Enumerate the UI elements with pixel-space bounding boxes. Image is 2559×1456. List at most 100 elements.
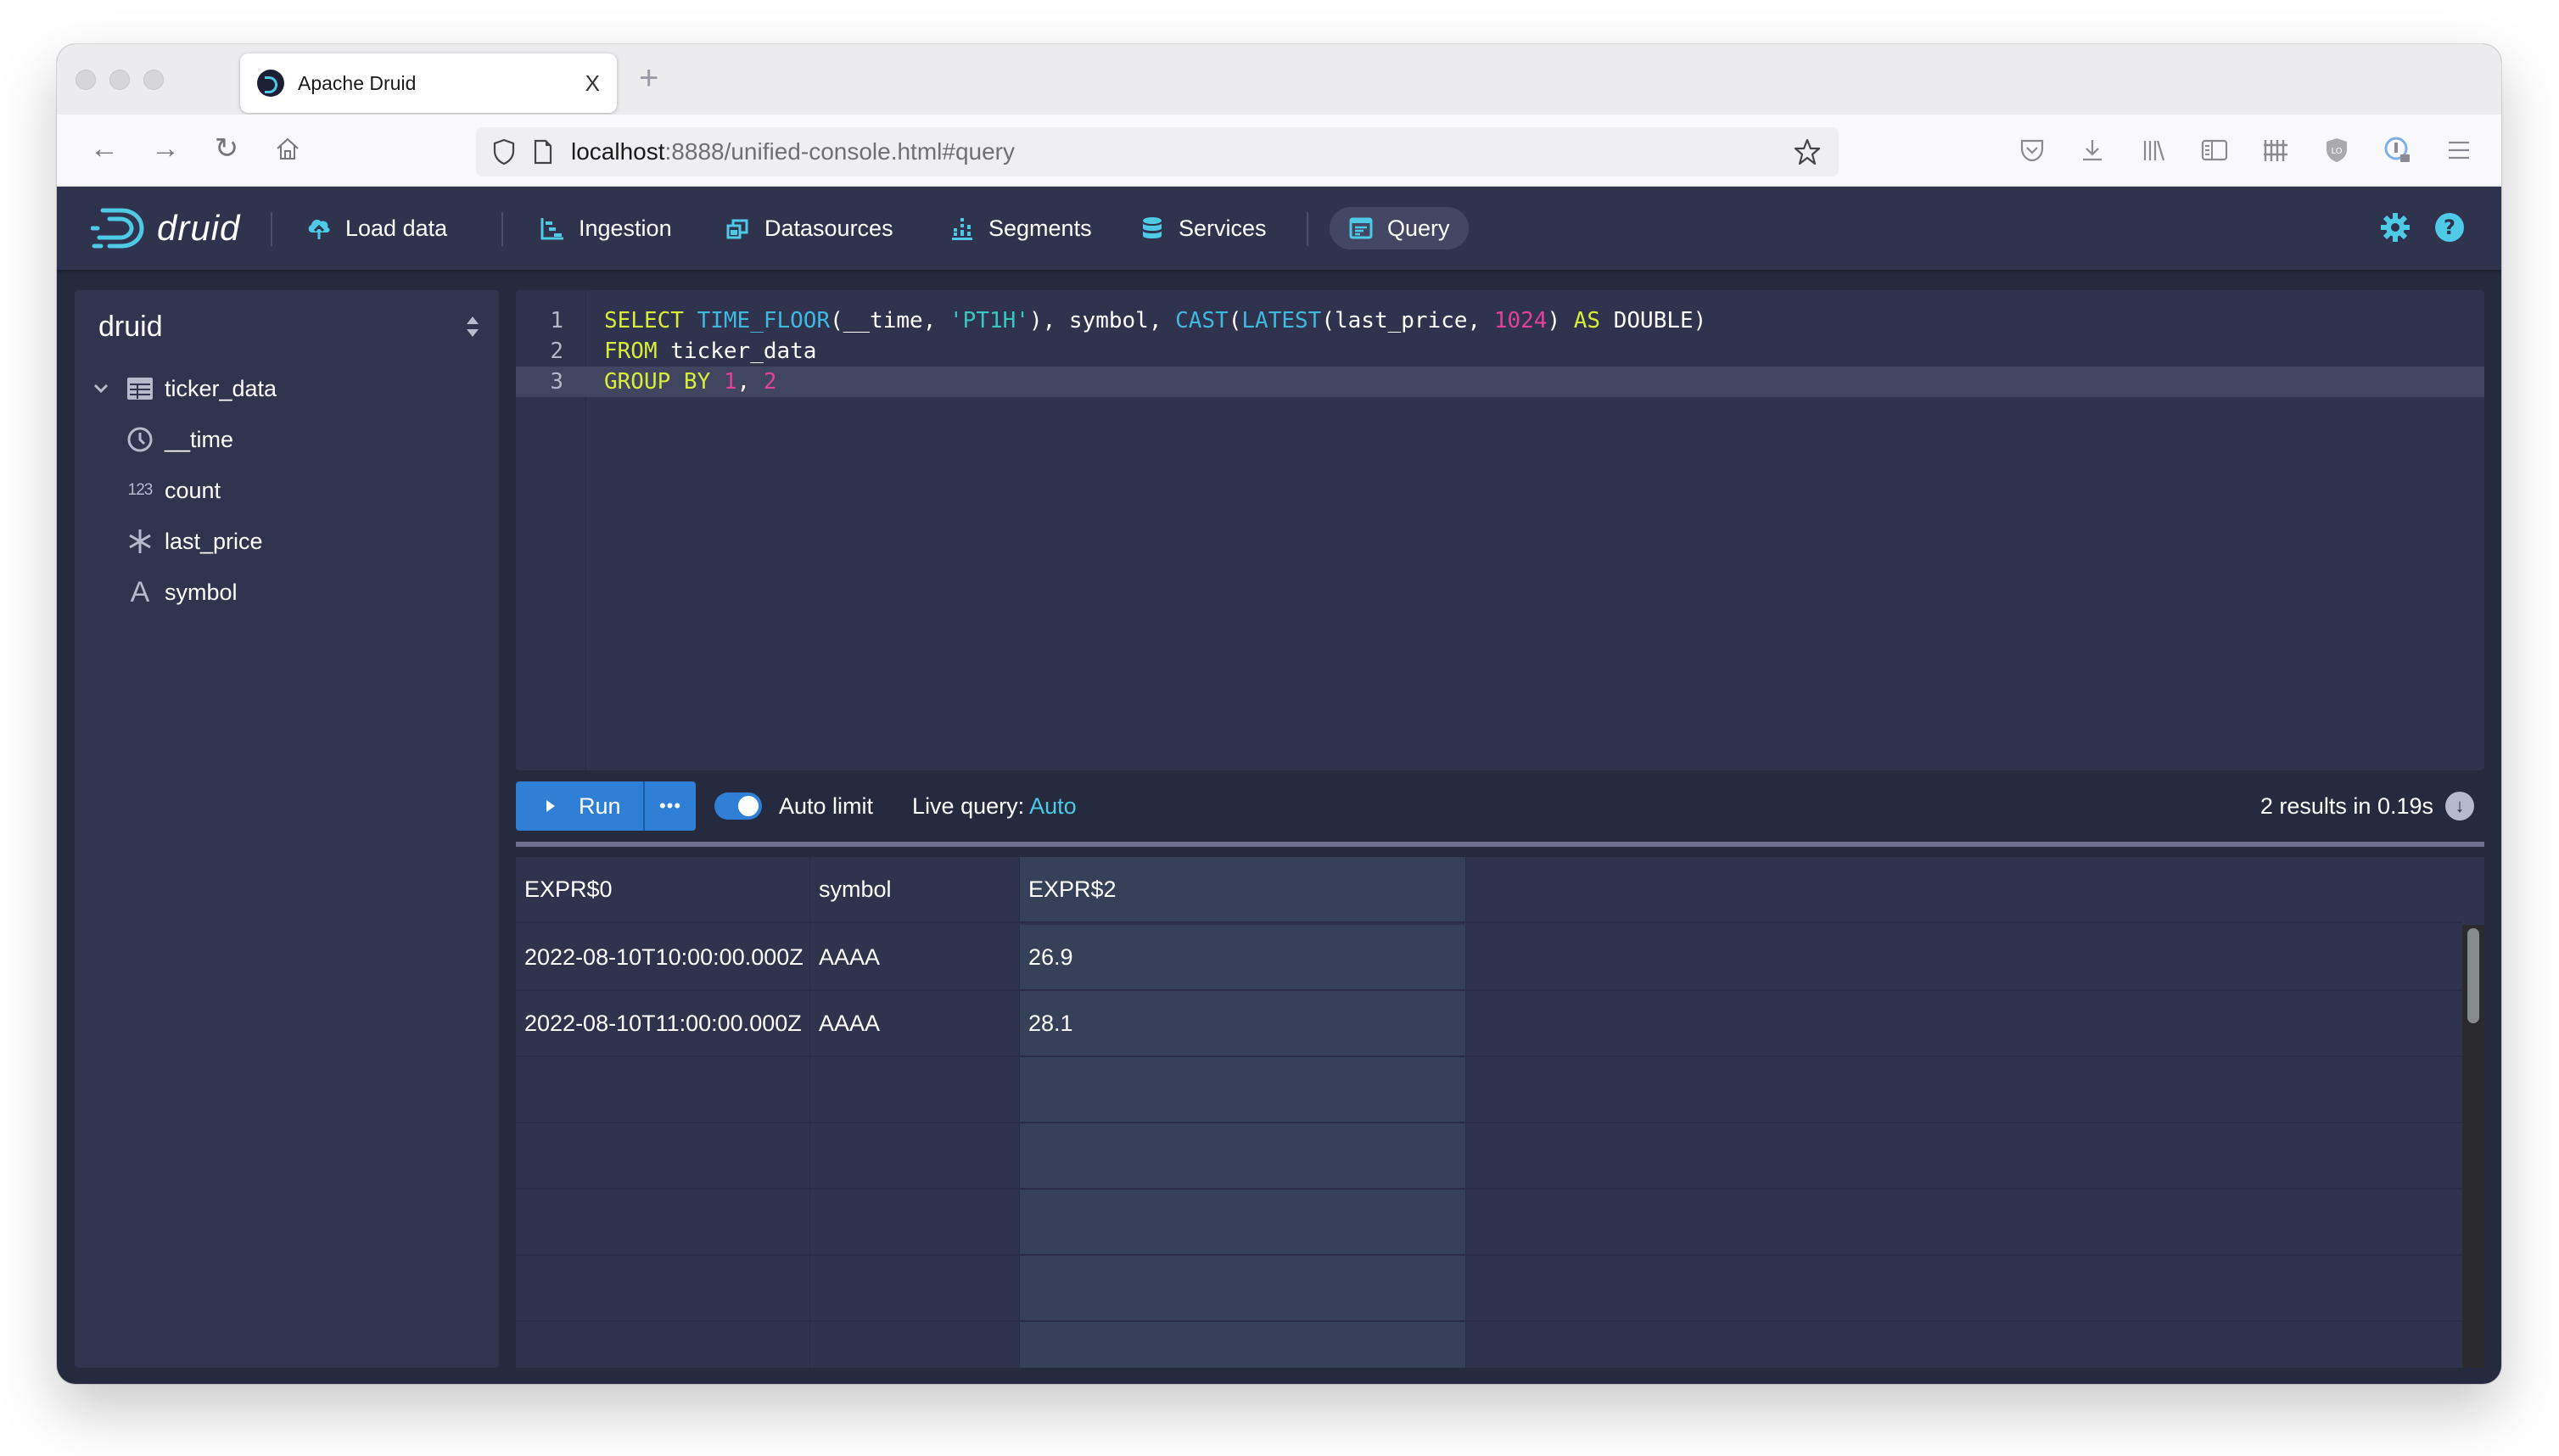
clock-icon [126, 425, 154, 454]
browser-window: Apache Druid X + ← → ↻ localhost:8888/un… [57, 44, 2501, 1384]
browser-tab[interactable]: Apache Druid X [240, 53, 617, 113]
tree-column[interactable]: __time [126, 420, 233, 459]
close-window-button[interactable] [76, 70, 96, 90]
help-icon[interactable]: ? [2434, 212, 2465, 243]
nav-divider [271, 212, 272, 246]
more-options-button[interactable]: ••• [645, 781, 696, 831]
reload-icon[interactable]: ↻ [208, 130, 245, 167]
table-cell[interactable]: 2022-08-10T11:00:00.000Z [516, 991, 810, 1056]
column-header[interactable]: symbol [810, 857, 1020, 921]
play-icon [546, 800, 555, 812]
download-icon[interactable] [2072, 130, 2113, 171]
column-tree-sidebar: druid ticker_data __time 123 count last_… [75, 290, 499, 1368]
nav-services[interactable]: Services [1121, 207, 1285, 249]
empty-cell [516, 1256, 810, 1320]
forward-icon[interactable]: → [147, 130, 184, 167]
logo-text: druid [157, 208, 241, 248]
table-row: 2022-08-10T11:00:00.000Z AAAA 28.1 [516, 991, 2462, 1057]
download-results-icon[interactable]: ↓ [2445, 792, 2474, 820]
table-cell[interactable]: 2022-08-10T10:00:00.000Z [516, 925, 810, 989]
nav-datasources[interactable]: Datasources [707, 207, 912, 249]
results-text: 2 results in 0.19s [2259, 792, 2433, 819]
run-bar: Run ••• Auto limit Live query: Auto 2 re… [516, 781, 2484, 832]
auto-limit-toggle[interactable] [714, 792, 762, 820]
nav-label: Datasources [764, 215, 893, 241]
live-query-selector[interactable]: Live query: Auto [912, 793, 1077, 820]
table-cell-filler [1466, 991, 2462, 1056]
empty-table-row [516, 1190, 2462, 1256]
table-cell-filler [1466, 925, 2462, 989]
url-host: localhost [571, 138, 665, 165]
sidebar-toggle-icon[interactable] [2194, 130, 2235, 171]
empty-table-row [516, 1123, 2462, 1190]
auto-limit-label: Auto limit [779, 792, 874, 819]
empty-cell [810, 1256, 1020, 1320]
chevron-down-icon[interactable] [87, 383, 115, 395]
tree-column[interactable]: A symbol [126, 573, 238, 612]
nav-divider [501, 212, 503, 246]
empty-table-row [516, 1057, 2462, 1123]
url-bar[interactable]: localhost:8888/unified-console.html#quer… [476, 127, 1839, 176]
pocket-icon[interactable] [2012, 130, 2052, 171]
empty-cell [1020, 1190, 1466, 1254]
extension-fence-icon[interactable] [2255, 130, 2296, 171]
cloud-upload-icon [308, 219, 330, 239]
nav-query[interactable]: Query [1330, 207, 1469, 249]
tree-table-ticker-data[interactable]: ticker_data [87, 369, 277, 408]
scrollbar-thumb[interactable] [2467, 928, 2479, 1023]
column-header[interactable]: EXPR$0 [516, 857, 810, 921]
column-name: last_price [165, 528, 263, 554]
svg-text:?: ? [2444, 216, 2455, 239]
home-icon[interactable] [269, 130, 306, 167]
double-caret-icon[interactable] [465, 315, 480, 339]
live-query-value[interactable]: Auto [1029, 793, 1077, 819]
nav-label: Load data [345, 215, 448, 241]
string-icon: A [130, 575, 150, 608]
run-button[interactable]: Run [516, 781, 645, 831]
menu-hamburger-icon[interactable] [2439, 130, 2479, 171]
tab-close-icon[interactable]: X [585, 70, 600, 97]
column-name: symbol [165, 579, 238, 605]
code-line-2: FROM ticker_data [604, 339, 817, 364]
nav-load-data[interactable]: Load data [288, 207, 466, 249]
ublock-shield-icon[interactable]: LO [2316, 130, 2357, 171]
druid-header-nav: druid Load data Ingestion Datasources Se… [57, 187, 2501, 270]
back-icon[interactable]: ← [86, 130, 123, 167]
column-name: __time [165, 426, 234, 452]
svg-text:LO: LO [2331, 147, 2342, 156]
empty-table-row [516, 1322, 2462, 1368]
nav-segments[interactable]: Segments [931, 207, 1111, 249]
library-icon[interactable] [2133, 130, 2174, 171]
bookmark-star-icon[interactable] [1793, 137, 1822, 166]
settings-gear-icon[interactable] [2380, 212, 2411, 243]
database-icon [1143, 217, 1162, 238]
url-path: :8888/unified-console.html#query [664, 138, 1015, 165]
table-cell[interactable]: AAAA [810, 925, 1020, 989]
table-name: ticker_data [165, 375, 277, 401]
results-table: EXPR$0 symbol EXPR$2 2022-08-10T10:00:00… [516, 857, 2484, 1368]
new-tab-button[interactable]: + [639, 59, 658, 98]
schema-name: druid [98, 310, 163, 343]
maximize-window-button[interactable] [143, 70, 164, 90]
password-manager-icon[interactable] [2377, 130, 2418, 171]
schema-selector[interactable]: druid [98, 305, 480, 348]
empty-table-row [516, 1256, 2462, 1322]
table-cell[interactable]: AAAA [810, 991, 1020, 1056]
sql-editor[interactable]: 1 SELECT TIME_FLOOR(__time, 'PT1H'), sym… [516, 290, 2484, 770]
druid-favicon-icon [257, 70, 284, 97]
druid-logo[interactable]: druid [91, 205, 240, 251]
table-cell[interactable]: 26.9 [1020, 925, 1466, 989]
tree-column[interactable]: last_price [126, 522, 263, 561]
tree-column[interactable]: 123 count [126, 471, 221, 510]
application-icon [1349, 217, 1373, 239]
nav-ingestion[interactable]: Ingestion [521, 207, 691, 249]
column-header[interactable]: EXPR$2 [1020, 857, 1466, 921]
table-scrollbar[interactable] [2462, 925, 2484, 1368]
table-header-row: EXPR$0 symbol EXPR$2 [516, 857, 2462, 923]
minimize-window-button[interactable] [109, 70, 130, 90]
live-query-label: Live query: [912, 792, 1025, 819]
shield-icon[interactable] [493, 138, 515, 165]
table-cell[interactable]: 28.1 [1020, 991, 1466, 1056]
nav-label: Segments [988, 215, 1092, 241]
empty-cell [516, 1190, 810, 1254]
